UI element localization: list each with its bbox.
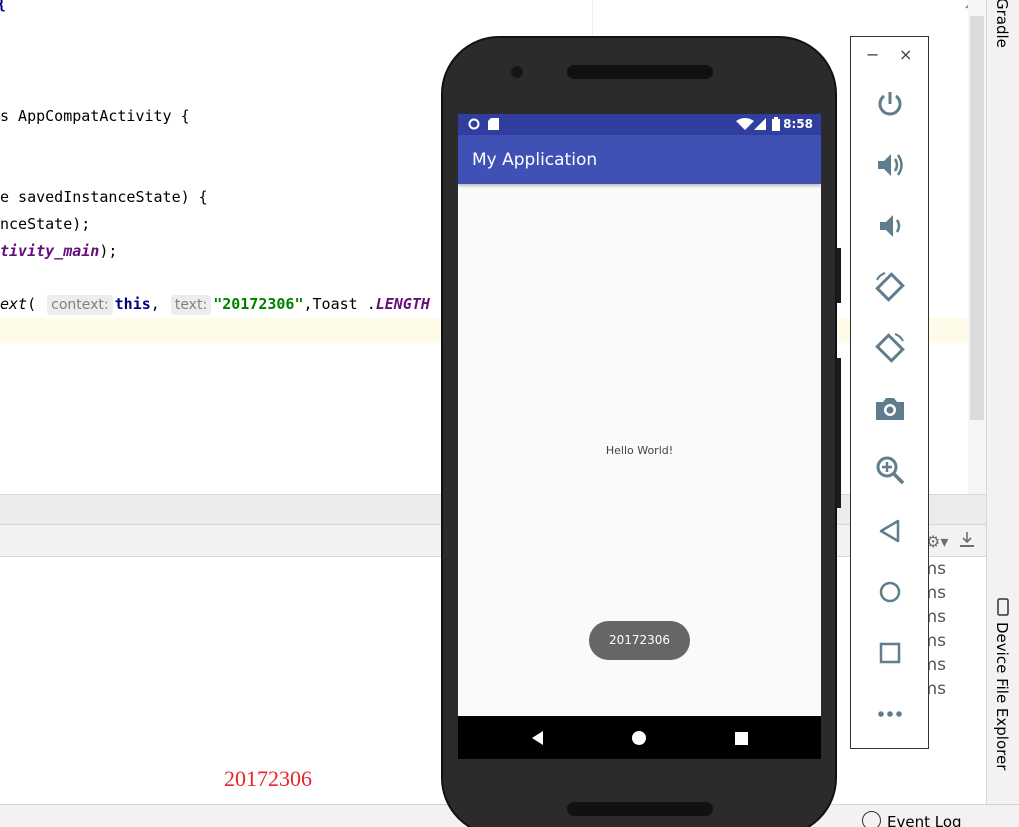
code-line-toast: ext( context: this, text: "20172306",Toast… bbox=[0, 294, 430, 315]
android-status-bar: 8:58 bbox=[458, 114, 821, 135]
nav-home-icon[interactable] bbox=[629, 728, 649, 748]
volume-down-button[interactable] bbox=[871, 207, 909, 245]
event-log-icon bbox=[862, 811, 881, 827]
power-side-button[interactable] bbox=[836, 248, 841, 303]
ide-window: { s AppCompatActivity { e savedInstanceS… bbox=[0, 0, 1019, 827]
wifi-icon bbox=[736, 118, 754, 130]
app-title: My Application bbox=[472, 150, 598, 170]
console-output-text: 20172306 bbox=[224, 766, 312, 791]
battery-icon bbox=[772, 117, 780, 131]
gradle-tab[interactable]: Gradle bbox=[993, 0, 1011, 48]
param-hint-text: text: bbox=[170, 295, 212, 315]
event-log-label: Event Log bbox=[887, 813, 962, 827]
code-line-oncreate: e savedInstanceState) { bbox=[0, 188, 208, 206]
emulator-toolbar: − × bbox=[850, 36, 929, 749]
back-button[interactable] bbox=[871, 512, 909, 550]
nav-back-icon[interactable] bbox=[528, 728, 548, 748]
code-line-class-decl: s AppCompatActivity { bbox=[0, 107, 190, 125]
length-constant: LENGTH bbox=[375, 295, 430, 313]
sd-card-icon bbox=[488, 118, 499, 130]
app-action-bar: My Application bbox=[458, 135, 821, 184]
volume-down-icon bbox=[880, 215, 901, 237]
editor-scrollbar-thumb[interactable] bbox=[970, 16, 984, 420]
make-text-method: ext bbox=[0, 295, 28, 313]
nav-recents-icon[interactable] bbox=[731, 728, 751, 748]
device-icon bbox=[997, 598, 1009, 616]
notification-dot-icon bbox=[468, 118, 480, 130]
rotate-right-button[interactable] bbox=[871, 329, 909, 367]
status-time: 8:58 bbox=[783, 117, 813, 131]
code-line-super-call: nceState); bbox=[0, 215, 91, 233]
back-icon bbox=[879, 519, 900, 543]
zoom-button[interactable] bbox=[871, 451, 909, 489]
rotate-left-button[interactable] bbox=[871, 268, 909, 306]
overview-button[interactable] bbox=[871, 634, 909, 672]
bottom-speaker bbox=[567, 802, 713, 816]
close-button[interactable]: × bbox=[899, 45, 912, 64]
gear-icon[interactable]: ⚙▾ bbox=[926, 532, 950, 551]
rotate-left-icon bbox=[875, 272, 905, 302]
download-icon[interactable] bbox=[957, 530, 977, 550]
toast-class-ref: ,Toast . bbox=[303, 295, 376, 313]
power-button[interactable] bbox=[871, 85, 909, 123]
right-tool-stripe: Gradle Device File Explorer bbox=[986, 0, 1019, 804]
event-log-button[interactable]: Event Log bbox=[862, 811, 962, 827]
camera-icon bbox=[876, 398, 904, 420]
power-icon bbox=[878, 92, 902, 116]
emulator-screen[interactable]: 8:58 My Application Hello World! 2017230… bbox=[458, 114, 821, 759]
toast-message: 20172306 bbox=[589, 621, 690, 660]
param-hint-context: context: bbox=[47, 295, 113, 315]
android-nav-bar bbox=[458, 716, 821, 759]
hello-text: Hello World! bbox=[605, 444, 674, 457]
layout-resource: tivity_main bbox=[0, 242, 100, 260]
overview-icon bbox=[879, 642, 901, 664]
volume-up-icon bbox=[878, 154, 903, 176]
comma: , bbox=[150, 295, 160, 313]
top-speaker bbox=[567, 65, 713, 79]
code-line-end: ); bbox=[99, 242, 118, 260]
more-icon bbox=[878, 711, 902, 717]
this-keyword: this bbox=[114, 295, 151, 313]
string-literal: "20172306" bbox=[213, 295, 304, 313]
front-camera bbox=[511, 66, 523, 78]
code-line-set-content-view: tivity_main); bbox=[0, 241, 117, 261]
more-button[interactable] bbox=[871, 695, 909, 733]
device-file-explorer-tab[interactable]: Device File Explorer bbox=[993, 622, 1011, 770]
home-icon bbox=[879, 581, 901, 603]
open-paren: ( bbox=[27, 295, 37, 313]
screenshot-button[interactable] bbox=[871, 390, 909, 428]
rotate-right-icon bbox=[875, 333, 905, 363]
volume-up-button[interactable] bbox=[871, 146, 909, 184]
signal-icon bbox=[754, 118, 766, 130]
minimize-button[interactable]: − bbox=[866, 45, 879, 64]
code-line-fragment: { bbox=[0, 0, 6, 14]
volume-side-button[interactable] bbox=[836, 358, 841, 508]
zoom-icon bbox=[876, 456, 905, 485]
home-button[interactable] bbox=[871, 573, 909, 611]
